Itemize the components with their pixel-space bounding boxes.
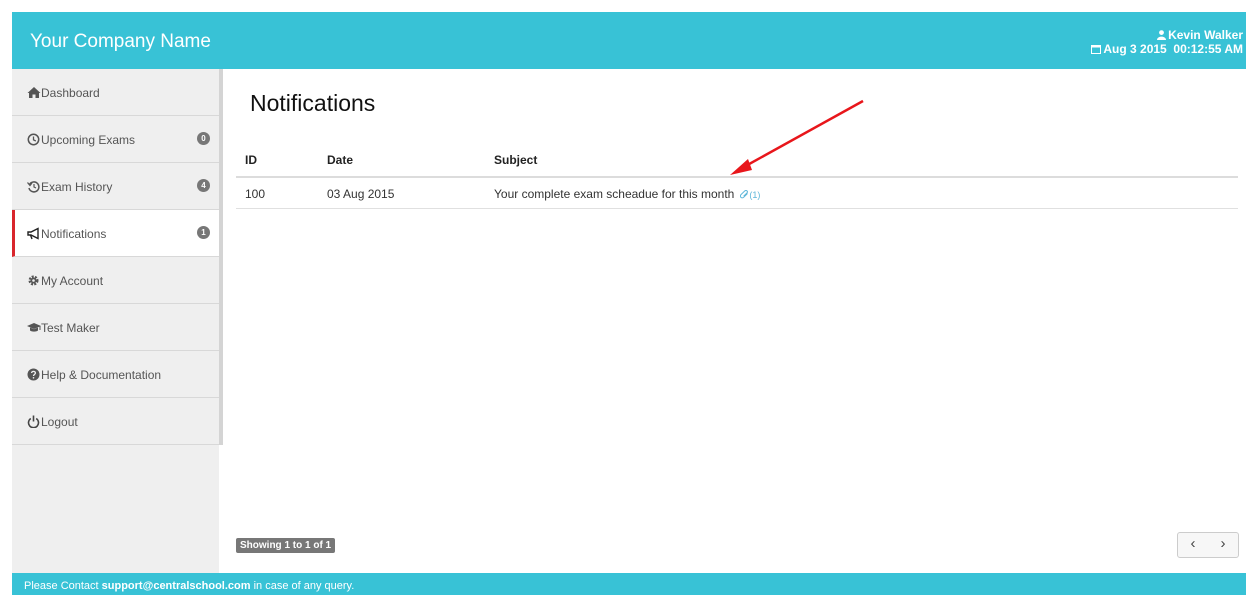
calendar-icon	[1091, 45, 1102, 54]
company-name[interactable]: Your Company Name	[30, 31, 211, 53]
attachment-count: (1)	[749, 190, 761, 200]
support-email-link[interactable]: support@centralschool.com	[102, 580, 251, 592]
subject-link[interactable]: Your complete exam scheadue for this mon…	[494, 187, 734, 201]
sidebar-item-upcoming-exams[interactable]: Upcoming Exams 0	[12, 116, 219, 163]
attachment-indicator[interactable]: (1)	[740, 189, 761, 200]
column-header-date[interactable]: Date	[327, 153, 353, 167]
sidebar-divider	[219, 69, 223, 445]
question-circle-icon	[27, 368, 40, 381]
graduation-cap-icon	[27, 323, 41, 332]
sidebar-item-notifications[interactable]: Notifications 1	[12, 210, 219, 257]
count-badge: 1	[197, 226, 210, 239]
current-date: Aug 3 2015	[1103, 42, 1167, 56]
history-icon	[27, 181, 40, 193]
cell-subject[interactable]: Your complete exam scheadue for this mon…	[494, 187, 760, 201]
next-page-button[interactable]: ›	[1208, 535, 1238, 552]
pagination-controls: ‹ ›	[1177, 532, 1239, 558]
column-header-subject[interactable]: Subject	[494, 153, 537, 167]
column-header-id[interactable]: ID	[245, 153, 257, 167]
sidebar-item-label: Notifications	[41, 227, 107, 241]
cell-id: 100	[245, 187, 266, 201]
footer-suffix: in case of any query.	[250, 580, 355, 592]
paperclip-icon	[740, 189, 749, 199]
annotation-arrow	[730, 99, 864, 175]
sidebar-item-label: Dashboard	[41, 86, 100, 100]
sidebar-item-label: Logout	[41, 415, 78, 429]
sidebar-item-label: Test Maker	[41, 321, 100, 335]
user-icon	[1157, 30, 1167, 40]
megaphone-icon	[27, 227, 39, 240]
sidebar-item-test-maker[interactable]: Test Maker	[12, 304, 219, 351]
sidebar-item-logout[interactable]: Logout	[12, 398, 219, 445]
gear-icon	[28, 275, 39, 286]
footer-prefix: Please Contact	[24, 580, 102, 592]
pagination-summary: Showing 1 to 1 of 1	[236, 538, 336, 553]
datetime-row: Aug 3 2015 00:12:55 AM	[1091, 42, 1243, 56]
user-name: Kevin Walker	[1168, 28, 1243, 42]
footer-text: Please Contact support@centralschool.com…	[12, 573, 1246, 599]
power-icon	[27, 415, 40, 428]
sidebar-item-label: Help & Documentation	[41, 368, 162, 382]
sidebar-item-label: Exam History	[41, 180, 113, 194]
sidebar-item-help[interactable]: Help & Documentation	[12, 351, 219, 398]
top-header: Your Company Name Kevin Walker Aug 3 201…	[12, 12, 1246, 69]
sidebar: Dashboard Upcoming Exams 0 Exam History …	[12, 69, 219, 573]
page-title: Notifications	[250, 90, 376, 116]
sidebar-item-exam-history[interactable]: Exam History 4	[12, 163, 219, 210]
sidebar-item-label: Upcoming Exams	[41, 133, 136, 147]
clock-icon	[27, 133, 40, 146]
sidebar-item-label: My Account	[41, 274, 104, 288]
cell-date: 03 Aug 2015	[327, 187, 395, 201]
user-info: Kevin Walker Aug 3 2015 00:12:55 AM	[1091, 28, 1243, 56]
sidebar-item-my-account[interactable]: My Account	[12, 257, 219, 304]
sidebar-item-dashboard[interactable]: Dashboard	[12, 69, 219, 116]
prev-page-button[interactable]: ‹	[1178, 535, 1208, 552]
count-badge: 4	[197, 179, 210, 192]
count-badge: 0	[197, 132, 210, 145]
home-icon	[27, 87, 41, 98]
footer: Please Contact support@centralschool.com…	[12, 573, 1246, 595]
current-time: 00:12:55 AM	[1173, 42, 1243, 56]
user-row[interactable]: Kevin Walker	[1091, 28, 1243, 42]
